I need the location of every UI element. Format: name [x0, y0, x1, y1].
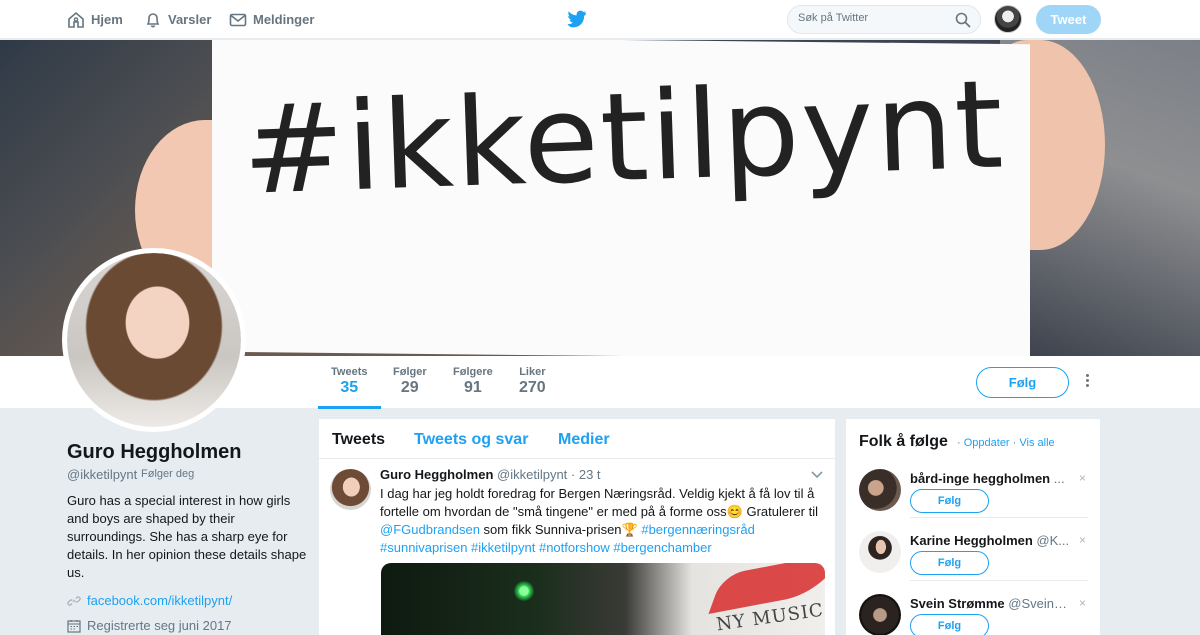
tab-tweets[interactable]: Tweets — [332, 431, 385, 449]
suggestion-name[interactable]: Karine Heggholmen @K... — [910, 533, 1070, 548]
suggestion-avatar[interactable] — [859, 469, 901, 511]
suggestion-avatar[interactable] — [859, 594, 901, 635]
stat-tweets-label: Tweets — [331, 366, 368, 378]
divider — [910, 517, 1088, 518]
bell-icon — [146, 12, 160, 27]
tweet-text-body-2: som fikk Sunniva-prisen🏆 — [479, 522, 642, 537]
who-to-follow-links: · Oppdater · Vis alle — [957, 437, 1055, 449]
nav-messages[interactable]: Meldinger — [229, 0, 314, 39]
envelope-icon — [229, 13, 247, 26]
nav-notifications[interactable]: Varsler — [144, 0, 211, 39]
who-to-follow: Folk å følge · Oppdater · Vis alle bård-… — [846, 419, 1100, 635]
suggestion-follow-button[interactable]: Følg — [910, 551, 989, 575]
tweet-media[interactable]: NY MUSIC — [381, 563, 825, 635]
tweet-text: I dag har jeg holdt foredrag for Bergen … — [380, 485, 820, 557]
tweet-header: Guro Heggholmen @ikketilpynt · 23 t — [380, 467, 601, 482]
profile-link-text[interactable]: facebook.com/ikketilpynt/ — [87, 593, 232, 608]
home-icon — [68, 11, 84, 28]
search-icon[interactable] — [955, 12, 971, 28]
media-green-light — [514, 581, 534, 601]
profile-joined: Registrerte seg juni 2017 — [67, 618, 232, 633]
tweet-author-handle[interactable]: @ikketilpynt — [497, 467, 567, 482]
stat-likes-value: 270 — [519, 379, 546, 396]
profile-avatar-photo — [67, 253, 241, 427]
nav-home-label: Hjem — [91, 12, 123, 27]
follows-you-badge: Følger deg — [141, 468, 195, 480]
nav-notifications-label: Varsler — [168, 12, 212, 27]
tweet-author-name[interactable]: Guro Heggholmen — [380, 467, 493, 482]
view-all-link[interactable]: Vis alle — [1019, 437, 1054, 449]
suggestion-avatar[interactable] — [859, 531, 901, 573]
profile-joined-text: Registrerte seg juni 2017 — [87, 618, 232, 633]
search-box[interactable] — [787, 5, 981, 34]
stat-tweets-value: 35 — [340, 379, 359, 396]
stat-following[interactable]: Følger 29 — [393, 366, 427, 397]
more-options-icon[interactable] — [1082, 374, 1092, 392]
tweet-hashtag[interactable]: #bergennæringsråd — [641, 522, 754, 537]
suggestion-item: Svein Strømme @SveinM... × Følg — [846, 590, 1100, 635]
close-icon[interactable]: × — [1079, 471, 1086, 485]
close-icon[interactable]: × — [1079, 596, 1086, 610]
tweet-hashtags[interactable]: #sunnivaprisen #ikketilpynt #notforshow … — [380, 540, 712, 555]
link-icon — [67, 595, 81, 606]
close-icon[interactable]: × — [1079, 533, 1086, 547]
timeline: Tweets Tweets og svar Medier Guro Heggho… — [319, 419, 835, 635]
stat-following-value: 29 — [400, 379, 419, 396]
tab-tweets-and-replies[interactable]: Tweets og svar — [414, 431, 528, 449]
banner-slogan: #ikketilpynt — [240, 53, 1008, 222]
stat-tweets[interactable]: Tweets 35 — [331, 366, 367, 397]
stat-followers[interactable]: Følgere 91 — [453, 366, 493, 397]
refresh-link[interactable]: Oppdater — [964, 437, 1010, 449]
search-input[interactable] — [798, 12, 948, 24]
tweet-timestamp[interactable]: · 23 t — [571, 467, 601, 482]
suggestion-name[interactable]: bård-inge heggholmen ... — [910, 471, 1070, 486]
follow-button[interactable]: Følg — [976, 367, 1069, 398]
suggestion-follow-button[interactable]: Følg — [910, 489, 989, 513]
profile-avatar[interactable] — [62, 248, 246, 432]
twitter-bird-icon[interactable] — [567, 10, 587, 28]
active-tab-underline — [318, 406, 381, 409]
calendar-icon — [67, 619, 81, 633]
tweet-text-body: I dag har jeg holdt foredrag for Bergen … — [380, 486, 819, 519]
chevron-down-icon[interactable] — [811, 471, 823, 479]
compose-tweet-button[interactable]: Tweet — [1036, 5, 1101, 34]
divider — [910, 580, 1088, 581]
tab-media[interactable]: Medier — [558, 431, 610, 449]
timeline-tabs: Tweets Tweets og svar Medier — [319, 419, 835, 459]
profile-link[interactable]: facebook.com/ikketilpynt/ — [67, 593, 232, 608]
who-to-follow-title: Folk å følge — [859, 433, 948, 450]
stat-following-label: Følger — [393, 366, 427, 378]
profile-name[interactable]: Guro Heggholmen — [67, 441, 241, 464]
profile-handle[interactable]: @ikketilpynt — [67, 467, 137, 482]
stat-likes[interactable]: Liker 270 — [519, 366, 546, 397]
stat-followers-value: 91 — [463, 379, 482, 396]
tweet-mention[interactable]: @FGudbrandsen — [380, 522, 480, 537]
nav-messages-label: Meldinger — [253, 12, 315, 27]
account-avatar[interactable] — [994, 5, 1022, 33]
stat-followers-label: Følgere — [453, 366, 493, 378]
top-nav: Hjem Varsler Meldinger Tweet — [0, 0, 1200, 39]
tweet-avatar[interactable] — [330, 469, 371, 510]
stat-likes-label: Liker — [519, 366, 546, 378]
profile-bio: Guro has a special interest in how girls… — [67, 493, 307, 580]
nav-home[interactable]: Hjem — [67, 0, 123, 39]
suggestion-follow-button[interactable]: Følg — [910, 614, 989, 635]
suggestion-name[interactable]: Svein Strømme @SveinM... — [910, 596, 1070, 611]
